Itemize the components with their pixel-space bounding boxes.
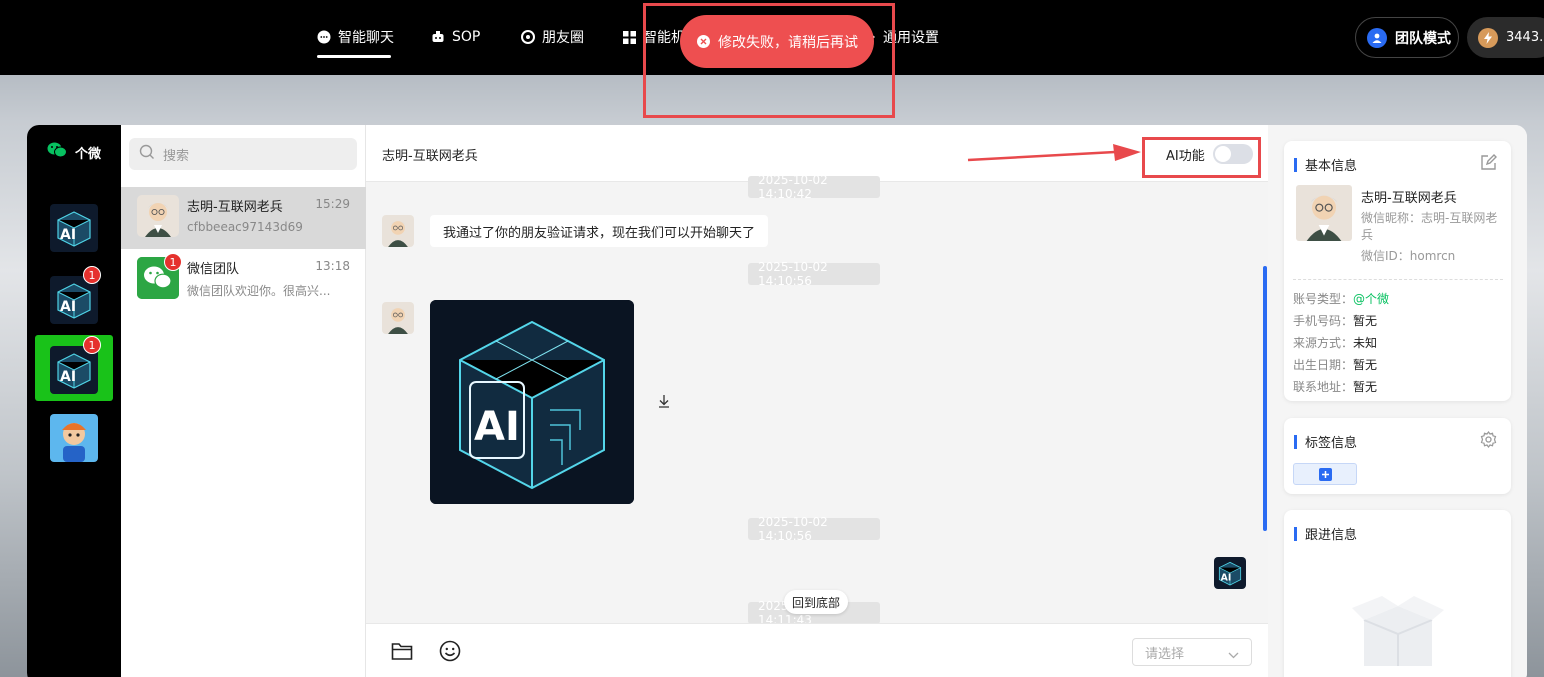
contact-name: 志明-互联网老兵	[187, 200, 283, 215]
nav-tab-moments[interactable]: 朋友圈	[521, 26, 584, 48]
info-row-birthday: 出生日期：暂无	[1293, 358, 1378, 372]
chat-bubble-icon	[317, 30, 331, 44]
switch-knob	[1214, 146, 1231, 162]
profile-nickname: 微信昵称：志明-互联网老兵	[1361, 211, 1498, 242]
info-row-phone: 手机号码：暂无	[1293, 314, 1378, 328]
contact-avatar-large	[1296, 185, 1352, 241]
user-icon	[1367, 27, 1387, 48]
team-mode-label: 团队模式	[1395, 30, 1451, 47]
ai-feature-toggle-group: AI功能	[1166, 144, 1253, 164]
basic-info-card: 基本信息 志明-互联网老兵 微信昵称：志明-互联网老兵 微信ID：homrcn …	[1284, 141, 1511, 401]
nav-active-indicator	[317, 55, 391, 58]
unread-badge: 1	[83, 336, 101, 354]
chat-title: 志明-互联网老兵	[382, 149, 478, 164]
divider	[1293, 279, 1503, 280]
select-placeholder: 请选择	[1145, 646, 1185, 662]
message-timestamp: 2025-10-02 14:10:42	[748, 173, 880, 201]
follow-up-title: 跟进信息	[1294, 524, 1357, 543]
team-mode-button[interactable]: 团队模式	[1355, 17, 1459, 58]
nav-tab-sop[interactable]: SOP	[431, 26, 480, 48]
ai-feature-label: AI功能	[1166, 148, 1205, 164]
nav-tab-label: SOP	[452, 29, 481, 45]
info-row-account-type: 账号类型：@个微	[1293, 292, 1390, 306]
follow-up-card: 跟进信息	[1284, 510, 1511, 677]
nav-tab-label: 智能聊天	[338, 30, 394, 46]
search-input[interactable]: 搜索	[129, 138, 357, 170]
account-avatar-1[interactable]: AI	[50, 204, 98, 252]
plus-icon	[1318, 467, 1332, 481]
gear-icon[interactable]	[1480, 431, 1497, 452]
download-icon[interactable]	[658, 395, 670, 412]
message-preview: 微信团队欢迎你。很高兴...	[187, 284, 331, 298]
contact-name: 微信团队	[187, 262, 240, 277]
account-avatar-4[interactable]	[50, 414, 98, 462]
aperture-icon	[521, 30, 535, 44]
basic-info-title: 基本信息	[1294, 155, 1357, 174]
ai-feature-switch[interactable]	[1212, 144, 1253, 164]
conversation-item[interactable]: 1 微信团队 13:18 微信团队欢迎你。很高兴...	[121, 249, 366, 311]
message-timestamp: 2025-10-02 14:10:56	[748, 260, 880, 288]
conversation-list: 搜索 志明-互联网老兵 15:29 cfbbeeac97143d69 1 微信团…	[121, 125, 366, 677]
contact-info-panel: 基本信息 志明-互联网老兵 微信昵称：志明-互联网老兵 微信ID：homrcn …	[1268, 125, 1527, 677]
error-toast: 修改失败，请稍后再试	[680, 15, 874, 68]
robot-icon	[431, 30, 445, 44]
chevron-down-icon	[1228, 648, 1239, 663]
back-to-bottom-button[interactable]: 回到底部	[784, 590, 849, 614]
my-avatar: AI	[1214, 557, 1246, 589]
search-placeholder: 搜索	[163, 148, 190, 164]
nav-tab-label: 朋友圈	[542, 30, 584, 46]
svg-text:AI: AI	[60, 299, 76, 315]
main-panel: 个微 AI AI 1 AI 1 搜索 志明-互联网老兵 15:29 cfbbee…	[27, 125, 1527, 677]
balance-value: 3443.6	[1506, 30, 1544, 45]
annotation-arrow-icon	[967, 144, 1141, 162]
emoji-icon[interactable]	[439, 640, 461, 666]
conversation-item-selected[interactable]: 志明-互联网老兵 15:29 cfbbeeac97143d69	[121, 187, 366, 249]
message-time: 15:29	[315, 197, 350, 211]
message-preview: cfbbeeac97143d69	[187, 220, 303, 234]
contact-avatar	[382, 302, 414, 334]
info-row-source: 来源方式：未知	[1293, 336, 1378, 350]
nav-tab-label: 通用设置	[883, 30, 939, 46]
chat-scrollbar[interactable]	[1263, 266, 1267, 531]
nav-tab-smart-chat[interactable]: 智能聊天	[317, 26, 394, 48]
account-sidebar: 个微 AI AI 1 AI 1	[27, 125, 121, 677]
edit-icon[interactable]	[1480, 154, 1497, 175]
add-tag-button[interactable]	[1293, 463, 1357, 485]
lightning-icon	[1478, 27, 1498, 48]
contact-avatar	[137, 195, 179, 237]
toast-message: 修改失败，请稍后再试	[718, 34, 858, 51]
nav-tab-general-settings[interactable]: 通用设置	[868, 26, 939, 48]
empty-box-icon	[1348, 596, 1448, 670]
tags-card: 标签信息	[1284, 418, 1511, 494]
folder-icon[interactable]	[391, 641, 413, 665]
unread-badge: 1	[83, 266, 101, 284]
profile-wxid: 微信ID：homrcn	[1361, 249, 1456, 263]
tags-title: 标签信息	[1294, 432, 1357, 451]
grid-icon	[622, 30, 636, 44]
nav-tab-label: 智能机	[643, 30, 685, 46]
message-bubble-text: 我通过了你的朋友验证请求，现在我们可以开始聊天了	[430, 215, 769, 247]
svg-text:AI: AI	[60, 227, 76, 243]
message-timestamp: 2025-10-02 14:10:56	[748, 515, 880, 543]
chat-input-toolbar: 请选择	[366, 623, 1268, 677]
account-type-header: 个微	[47, 142, 101, 162]
profile-name: 志明-互联网老兵	[1361, 191, 1457, 206]
svg-text:AI: AI	[60, 369, 76, 385]
wechat-icon	[47, 142, 67, 162]
nav-tab-smart-device[interactable]: 智能机	[622, 26, 685, 48]
contact-avatar	[382, 215, 414, 247]
svg-text:AI: AI	[1221, 572, 1232, 583]
account-type-label: 个微	[75, 146, 102, 162]
search-icon	[139, 144, 155, 164]
close-circle-icon	[697, 35, 710, 48]
reply-select-dropdown[interactable]: 请选择	[1132, 638, 1252, 666]
unread-badge: 1	[164, 253, 182, 271]
message-time: 13:18	[315, 259, 350, 273]
chat-area: 志明-互联网老兵 AI功能 2025-10-02 14:10:42 我通过了你的…	[366, 125, 1268, 677]
balance-button[interactable]: 3443.6	[1467, 17, 1544, 58]
image-ai-text: AI	[474, 404, 520, 450]
info-row-address: 联系地址：暂无	[1293, 380, 1378, 394]
message-image[interactable]: AI	[430, 300, 634, 504]
